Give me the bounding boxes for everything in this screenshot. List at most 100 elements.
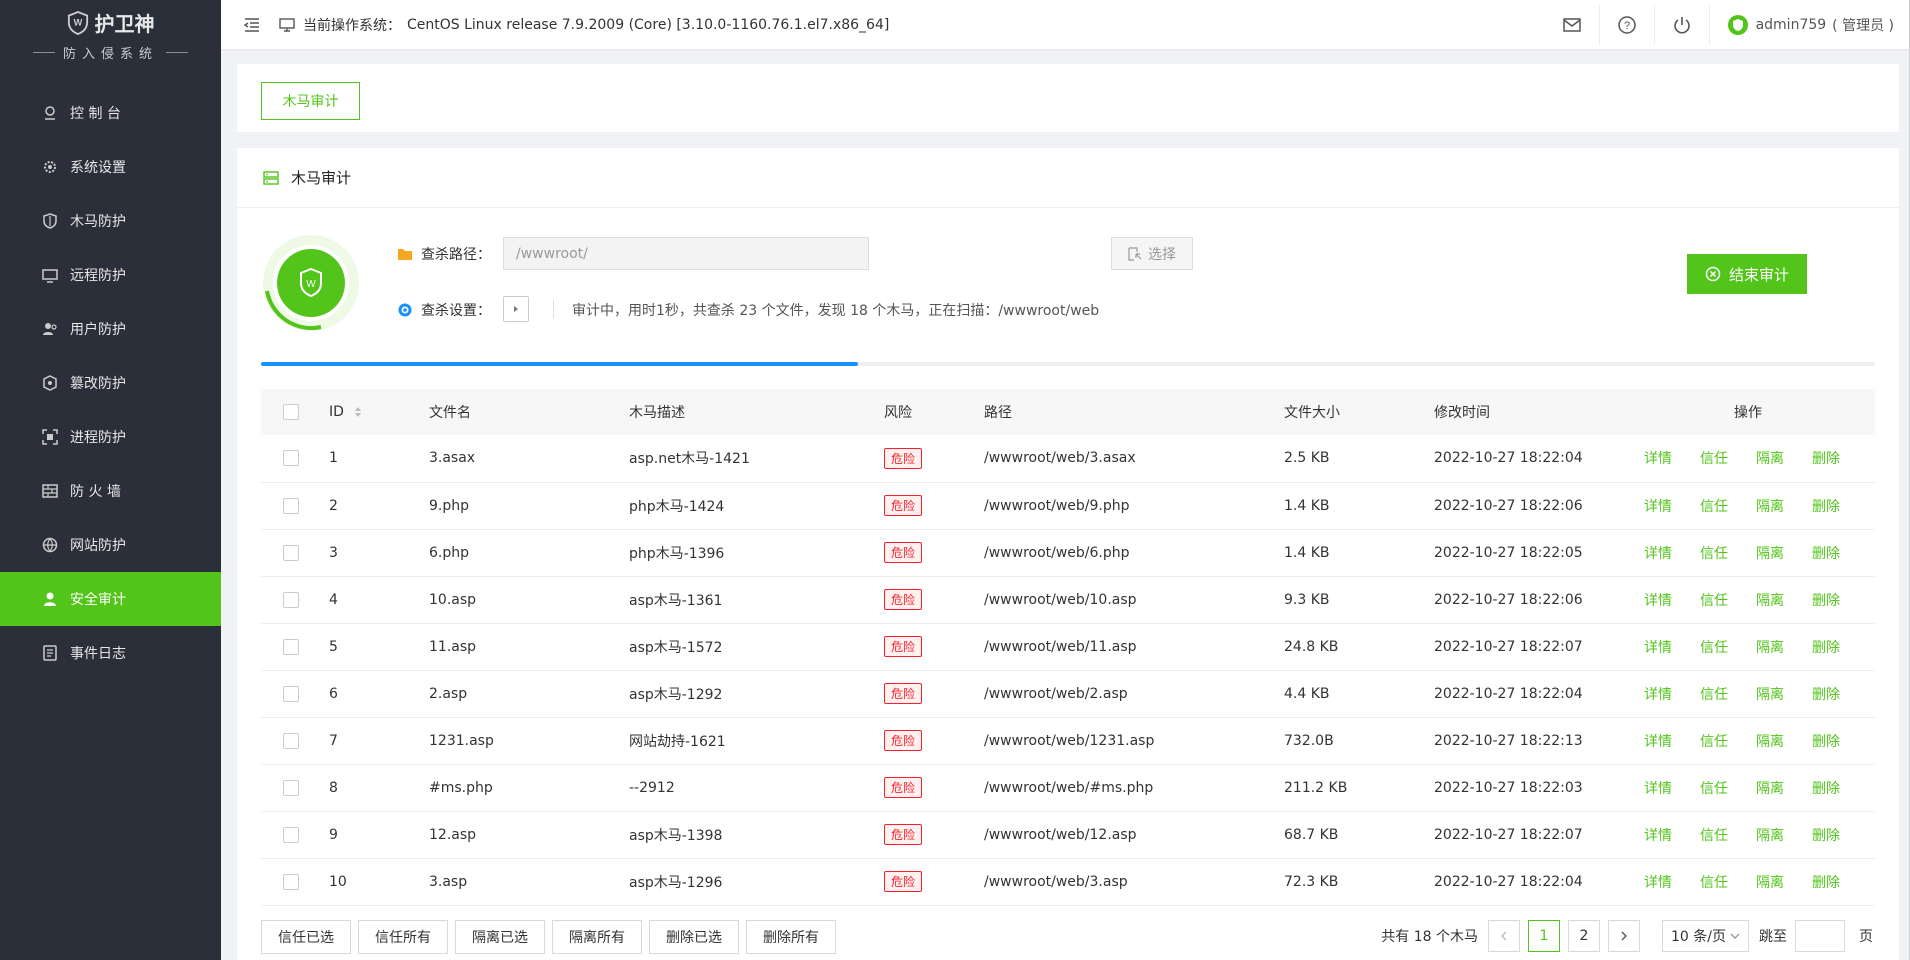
row-checkbox[interactable] [283, 873, 299, 890]
cell-path: /wwwroot/web/3.asax [984, 450, 1136, 467]
action-trust-link[interactable]: 信任 [1700, 828, 1728, 844]
sidebar-item-8[interactable]: 网站防护 [0, 518, 221, 572]
action-trust-link[interactable]: 信任 [1700, 640, 1728, 656]
row-checkbox[interactable] [283, 732, 299, 749]
page-1-button[interactable]: 1 [1528, 920, 1561, 952]
sidebar-item-3[interactable]: 远程防护 [0, 248, 221, 302]
action-quarantine-link[interactable]: 隔离 [1756, 593, 1784, 609]
action-trust-link[interactable]: 信任 [1700, 593, 1728, 609]
action-quarantine-link[interactable]: 隔离 [1756, 499, 1784, 515]
action-delete-link[interactable]: 删除 [1812, 546, 1840, 562]
action-trust-link[interactable]: 信任 [1700, 875, 1728, 891]
action-quarantine-link[interactable]: 隔离 [1756, 640, 1784, 656]
help-button[interactable]: ? [1600, 5, 1655, 45]
row-checkbox[interactable] [283, 450, 299, 467]
chevron-left-icon [1501, 931, 1507, 941]
action-quarantine-link[interactable]: 隔离 [1756, 828, 1784, 844]
action-delete-link[interactable]: 删除 [1812, 828, 1840, 844]
sidebar-item-1[interactable]: 系统设置 [0, 140, 221, 194]
delete-all-button[interactable]: 删除所有 [746, 920, 836, 954]
scan-path-input[interactable]: /wwwroot/ [503, 237, 869, 270]
choose-path-button[interactable]: 选择 [1111, 237, 1193, 270]
action-details-link[interactable]: 详情 [1644, 781, 1672, 797]
action-trust-link[interactable]: 信任 [1700, 734, 1728, 750]
action-delete-link[interactable]: 删除 [1812, 593, 1840, 609]
action-quarantine-link[interactable]: 隔离 [1756, 451, 1784, 467]
action-delete-link[interactable]: 删除 [1812, 781, 1840, 797]
row-checkbox[interactable] [283, 544, 299, 561]
power-icon [1673, 17, 1690, 34]
action-delete-link[interactable]: 删除 [1812, 875, 1840, 891]
action-delete-link[interactable]: 删除 [1812, 687, 1840, 703]
action-delete-link[interactable]: 删除 [1812, 734, 1840, 750]
action-details-link[interactable]: 详情 [1644, 451, 1672, 467]
row-checkbox[interactable] [283, 685, 299, 702]
sidebar-item-4[interactable]: 用户防护 [0, 302, 221, 356]
action-details-link[interactable]: 详情 [1644, 499, 1672, 515]
sidebar-item-7[interactable]: 防 火 墙 [0, 464, 221, 518]
sidebar-item-label: 用户防护 [70, 322, 126, 338]
sidebar-item-0[interactable]: 控 制 台 [0, 86, 221, 140]
risk-badge: 危险 [884, 636, 923, 657]
sidebar-item-10[interactable]: 事件日志 [0, 626, 221, 680]
remote-icon [42, 267, 58, 283]
end-audit-label: 结束审计 [1728, 265, 1789, 284]
trust-all-button[interactable]: 信任所有 [358, 920, 448, 954]
action-quarantine-link[interactable]: 隔离 [1756, 546, 1784, 562]
page-2-button[interactable]: 2 [1568, 920, 1601, 952]
quarantine-all-button[interactable]: 隔离所有 [552, 920, 642, 954]
delete-selected-button[interactable]: 删除已选 [649, 920, 739, 954]
action-delete-link[interactable]: 删除 [1812, 499, 1840, 515]
next-page-button[interactable] [1608, 920, 1641, 952]
select-all-checkbox[interactable] [283, 404, 299, 420]
action-quarantine-link[interactable]: 隔离 [1756, 781, 1784, 797]
cell-size: 72.3 KB [1284, 873, 1339, 890]
quarantine-selected-button[interactable]: 隔离已选 [455, 920, 545, 954]
action-trust-link[interactable]: 信任 [1700, 781, 1728, 797]
page-size-select[interactable]: 10 条/页 [1662, 920, 1749, 952]
jump-page-input[interactable] [1795, 920, 1845, 952]
row-checkbox[interactable] [283, 779, 299, 796]
sidebar-item-9[interactable]: 安全审计 [0, 572, 221, 626]
menu-toggle-icon[interactable] [243, 16, 261, 34]
action-details-link[interactable]: 详情 [1644, 546, 1672, 562]
action-trust-link[interactable]: 信任 [1700, 687, 1728, 703]
user-menu[interactable]: admin759 ( 管理员 ) [1710, 15, 1910, 35]
action-delete-link[interactable]: 删除 [1812, 640, 1840, 656]
action-quarantine-link[interactable]: 隔离 [1756, 687, 1784, 703]
sidebar-nav: 控 制 台系统设置 木马防护 远程防护用户防护篡改防护 进程防护防 火 墙网站防护 安全… [0, 86, 221, 680]
action-quarantine-link[interactable]: 隔离 [1756, 875, 1784, 891]
action-details-link[interactable]: 详情 [1644, 593, 1672, 609]
col-id[interactable]: ID [329, 389, 429, 435]
row-checkbox[interactable] [283, 497, 299, 514]
action-delete-link[interactable]: 删除 [1812, 451, 1840, 467]
action-trust-link[interactable]: 信任 [1700, 451, 1728, 467]
sidebar-item-6[interactable]: 进程防护 [0, 410, 221, 464]
action-trust-link[interactable]: 信任 [1700, 499, 1728, 515]
prev-page-button[interactable] [1488, 920, 1521, 952]
sort-icon[interactable] [354, 406, 362, 418]
action-details-link[interactable]: 详情 [1644, 734, 1672, 750]
trust-selected-button[interactable]: 信任已选 [261, 920, 351, 954]
row-checkbox[interactable] [283, 591, 299, 608]
mail-button[interactable] [1545, 5, 1600, 45]
action-quarantine-link[interactable]: 隔离 [1756, 734, 1784, 750]
scan-settings-toggle[interactable] [503, 296, 529, 322]
cell-filename: 11.asp [429, 638, 477, 655]
logout-button[interactable] [1655, 5, 1710, 45]
end-audit-button[interactable]: 结束审计 [1687, 254, 1807, 294]
action-details-link[interactable]: 详情 [1644, 828, 1672, 844]
sidebar-item-label: 控 制 台 [70, 106, 121, 122]
row-checkbox[interactable] [283, 826, 299, 843]
action-details-link[interactable]: 详情 [1644, 687, 1672, 703]
action-details-link[interactable]: 详情 [1644, 875, 1672, 891]
sidebar-item-2[interactable]: 木马防护 [0, 194, 221, 248]
cell-filename: 2.asp [429, 685, 468, 702]
action-trust-link[interactable]: 信任 [1700, 546, 1728, 562]
sidebar-item-5[interactable]: 篡改防护 [0, 356, 221, 410]
table-row: 9 12.asp asp木马-1398 危险/wwwroot/web/12.asp 68… [261, 811, 1875, 858]
cell-filename: 3.asp [429, 873, 468, 890]
row-checkbox[interactable] [283, 638, 299, 655]
tab-trojan-audit[interactable]: 木马审计 [261, 82, 360, 120]
action-details-link[interactable]: 详情 [1644, 640, 1672, 656]
